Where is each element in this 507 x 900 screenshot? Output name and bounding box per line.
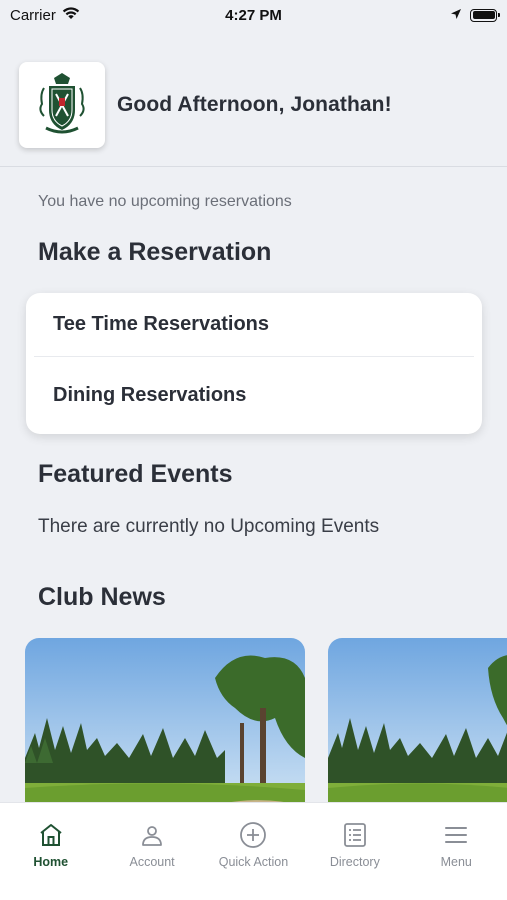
tee-time-label: Tee Time Reservations [53, 313, 270, 335]
tab-account-label: Account [129, 855, 175, 869]
list-icon [341, 821, 369, 849]
no-events-text: There are currently no Upcoming Events [38, 516, 380, 537]
club-crest-icon [39, 73, 85, 134]
reservation-card: Tee Time Reservations Dining Reservation… [26, 293, 482, 434]
club-logo [19, 62, 105, 148]
news-card[interactable] [328, 638, 507, 818]
club-news-title: Club News [38, 583, 166, 611]
home-icon [37, 821, 65, 849]
dining-label: Dining Reservations [53, 383, 247, 406]
wifi-icon [62, 6, 80, 24]
header: Good Afternoon, Jonathan! [19, 62, 507, 148]
tab-quick-action[interactable]: Quick Action [203, 821, 303, 900]
make-reservation-title: Make a Reservation [38, 238, 272, 266]
news-image [25, 638, 305, 818]
dining-reservations-button[interactable]: Dining Reservations [34, 357, 474, 433]
hamburger-icon [442, 821, 470, 849]
tee-time-reservations-button[interactable]: Tee Time Reservations [34, 293, 474, 357]
tab-home[interactable]: Home [1, 821, 101, 900]
tab-menu-label: Menu [440, 855, 472, 869]
status-bar: Carrier 4:27 PM [0, 0, 507, 30]
tab-home-label: Home [33, 855, 69, 869]
battery-icon [470, 8, 500, 22]
tab-directory[interactable]: Directory [305, 821, 405, 900]
tab-directory-label: Directory [329, 855, 380, 869]
news-card[interactable] [25, 638, 305, 818]
person-icon [138, 821, 166, 849]
greeting-text: Good Afternoon, Jonathan! [117, 93, 392, 116]
no-reservations-text: You have no upcoming reservations [38, 193, 292, 210]
status-left: Carrier [10, 6, 80, 24]
news-image [328, 638, 507, 818]
location-arrow-icon [450, 7, 462, 24]
featured-events-title: Featured Events [38, 460, 233, 488]
tab-bar: Home Account Quick Action Directory Menu [0, 802, 507, 900]
status-right [450, 7, 500, 24]
tab-account[interactable]: Account [102, 821, 202, 900]
tab-menu[interactable]: Menu [406, 821, 506, 900]
carrier-label: Carrier [10, 6, 56, 24]
header-divider [0, 166, 507, 167]
tab-quick-action-label: Quick Action [218, 855, 289, 869]
plus-circle-icon [239, 821, 267, 849]
